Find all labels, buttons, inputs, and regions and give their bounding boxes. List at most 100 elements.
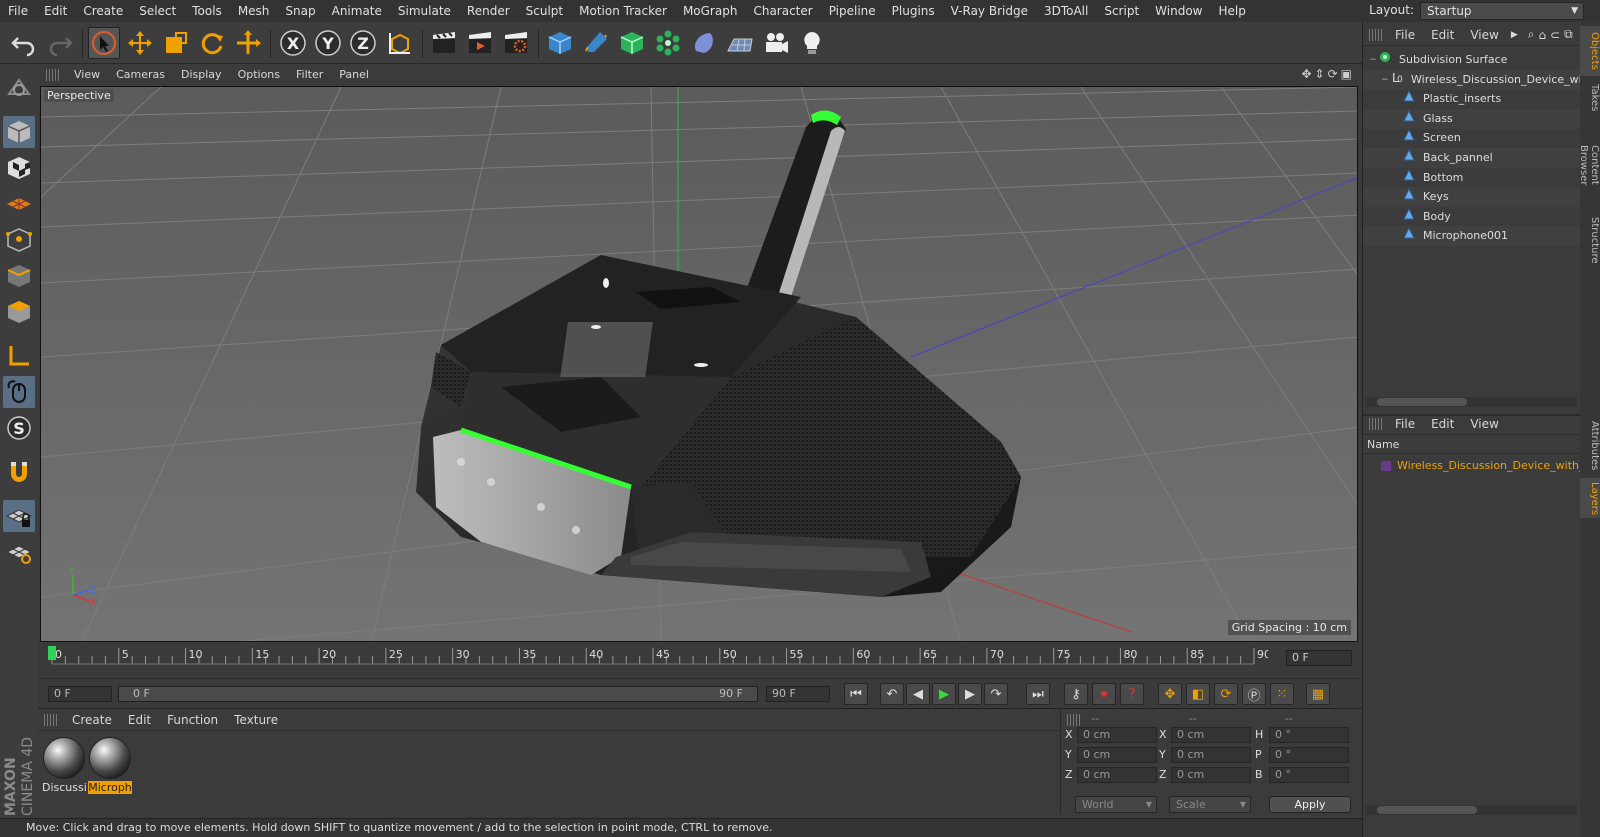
key-position-button[interactable]: ✥ [1158,683,1182,705]
playhead[interactable] [48,646,56,660]
menu-edit[interactable]: Edit [36,0,75,22]
menu-render[interactable]: Render [459,0,518,22]
menu-plugins[interactable]: Plugins [884,0,943,22]
search-icon[interactable]: ⌕ [1528,27,1535,42]
panel-gripper[interactable] [44,713,58,726]
redo-button[interactable] [44,27,76,59]
pan-view-icon[interactable]: ✥ [1301,67,1311,81]
viewport-menu-filter[interactable]: Filter [288,68,331,81]
timeline-window-button[interactable]: ▦ [1306,683,1330,705]
object-row[interactable]: − L 0 Wireless_Discussion_Device_with [1363,69,1581,90]
tab-content-browser[interactable]: Content Browser [1578,120,1600,210]
previous-frame-button[interactable]: ◀ [906,683,930,705]
menu-mesh[interactable]: Mesh [230,0,278,22]
menu-pipeline[interactable]: Pipeline [821,0,884,22]
tab-structure[interactable]: Structure [1580,212,1600,268]
key-parameter-button[interactable]: Ⓟ [1242,683,1266,705]
objects-horizontal-scrollbar[interactable] [1365,397,1577,407]
coordinate-space-dropdown[interactable]: World ▼ [1075,796,1157,813]
dolly-view-icon[interactable]: ⇕ [1315,67,1325,81]
menu-select[interactable]: Select [131,0,184,22]
add-mograph-button[interactable] [652,27,684,59]
end-frame-field[interactable]: 90 F [766,686,830,702]
render-settings-button[interactable] [500,27,532,59]
object-row[interactable]: Bottom [1363,168,1581,188]
object-row[interactable]: Back_pannel [1363,148,1581,168]
object-row[interactable]: − Subdivision Surface [1363,50,1581,70]
menu-script[interactable]: Script [1096,0,1147,22]
workplane-mode-button[interactable] [3,188,35,220]
viewport-menu-panel[interactable]: Panel [331,68,377,81]
add-deformer-button[interactable] [688,27,720,59]
more-menu-icon[interactable]: ▶ [1511,30,1518,40]
link-icon[interactable]: ⊂ [1550,28,1560,42]
object-row[interactable]: Body [1363,207,1581,227]
record-keyframe-button[interactable]: ⏺ [1092,683,1116,705]
x-axis-lock-button[interactable]: X [277,27,309,59]
rotation-field[interactable]: 0 ° [1269,767,1349,783]
edge-mode-button[interactable] [3,260,35,292]
menu-sculpt[interactable]: Sculpt [518,0,571,22]
object-row[interactable]: Screen [1363,128,1581,148]
viewport-scene[interactable]: Y Z X [41,87,1358,642]
render-view-button[interactable] [428,27,460,59]
layers-menu-file[interactable]: File [1387,417,1423,431]
point-mode-button[interactable] [3,224,35,256]
live-selection-button[interactable] [88,27,120,59]
position-field[interactable]: 0 cm [1077,767,1157,783]
enable-snap-button[interactable] [3,456,35,488]
menu-tools[interactable]: Tools [184,0,230,22]
go-to-end-button[interactable]: ⏭ [1026,683,1050,705]
material-menu-function[interactable]: Function [159,713,226,727]
preview-range-slider[interactable]: 0 F 90 F [118,686,758,702]
menu-create[interactable]: Create [75,0,131,22]
viewport-menu-view[interactable]: View [66,68,108,81]
tab-layers[interactable]: Layers [1580,478,1600,518]
add-spline-button[interactable] [580,27,612,59]
locked-workplane-button[interactable] [3,500,35,532]
undo-button[interactable] [8,27,40,59]
objects-menu-view[interactable]: View [1462,28,1506,42]
panel-gripper[interactable] [1369,28,1383,41]
menu-snap[interactable]: Snap [277,0,323,22]
menu-help[interactable]: Help [1210,0,1253,22]
material-swatch-discussion[interactable]: Discussi [42,737,86,794]
layers-menu-edit[interactable]: Edit [1423,417,1462,431]
tab-attributes[interactable]: Attributes [1580,416,1600,476]
texture-mode-button[interactable] [3,152,35,184]
object-row[interactable]: Glass [1363,108,1581,129]
layer-color-swatch[interactable] [1381,461,1391,471]
key-point-level-button[interactable]: ⁙ [1270,683,1294,705]
timeline-ruler[interactable]: 0 5 10 15 20 25 30 35 40 45 50 55 60 65 70 75 80 85 90 0 F [38,644,1362,678]
material-menu-texture[interactable]: Texture [226,713,286,727]
rotation-field[interactable]: 0 ° [1269,727,1349,743]
motion-record-button[interactable]: ⚷ [1064,683,1088,705]
planar-workplane-button[interactable] [3,536,35,568]
rotation-field[interactable]: 0 ° [1269,747,1349,763]
menu-mograph[interactable]: MoGraph [675,0,746,22]
transform-tool-button[interactable] [232,27,264,59]
key-scale-button[interactable]: ◧ [1186,683,1210,705]
object-row[interactable]: Plastic_inserts [1363,89,1581,109]
next-frame-button[interactable]: ▶ [958,683,982,705]
tab-objects[interactable]: Objects [1580,26,1600,76]
scale-tool-button[interactable] [160,27,192,59]
viewport-menu-cameras[interactable]: Cameras [108,68,173,81]
object-row[interactable]: Microphone001 [1363,226,1581,247]
y-axis-lock-button[interactable]: Y [312,27,344,59]
layers-horizontal-scrollbar[interactable] [1365,805,1577,815]
menu-3dtoall[interactable]: 3DToAll [1036,0,1096,22]
go-to-start-button[interactable]: ⏮ [844,683,868,705]
size-field[interactable]: 0 cm [1171,747,1251,763]
home-icon[interactable]: ⌂ [1538,28,1546,42]
scrollbar-thumb[interactable] [1377,806,1477,814]
z-axis-lock-button[interactable]: Z [347,27,379,59]
viewport-menu-display[interactable]: Display [173,68,230,81]
size-mode-dropdown[interactable]: Scale ▼ [1169,796,1251,813]
new-window-icon[interactable]: ⧉ [1564,27,1573,42]
make-editable-button[interactable] [3,72,35,104]
menu-simulate[interactable]: Simulate [390,0,459,22]
scrollbar-thumb[interactable] [1377,398,1467,406]
3d-viewport[interactable]: Y Z X Perspective Grid Spacing : 10 cm [40,86,1358,642]
objects-menu-edit[interactable]: Edit [1423,28,1462,42]
